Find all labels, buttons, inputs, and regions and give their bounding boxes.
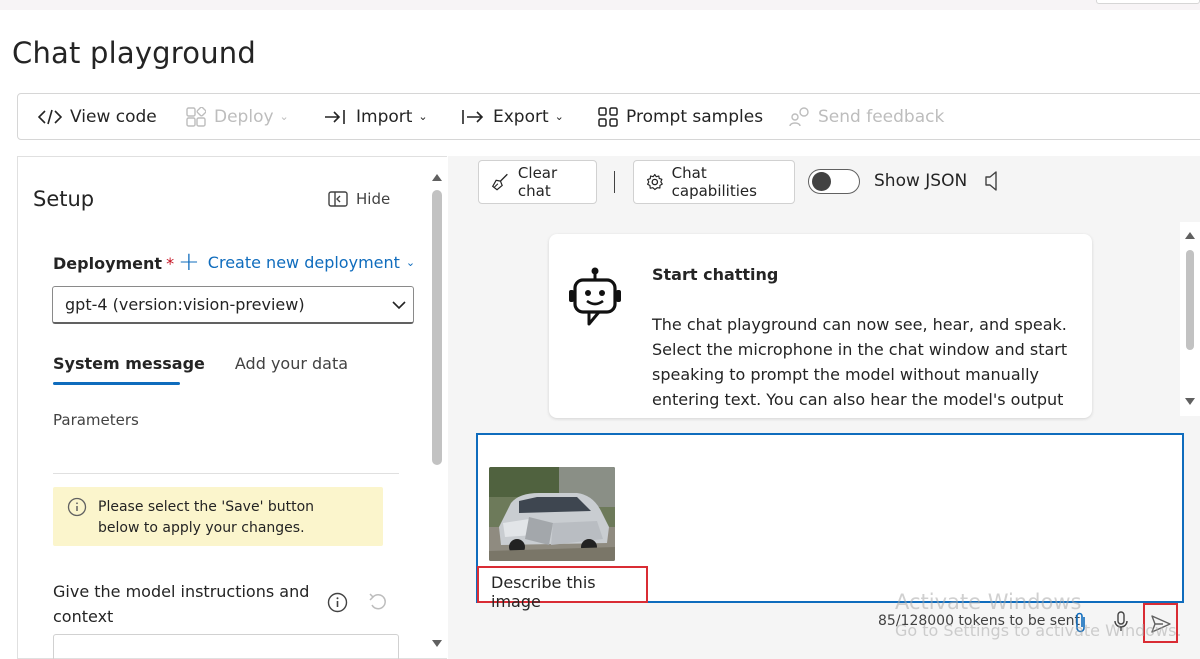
panel-collapse-icon xyxy=(328,191,348,207)
prompt-samples-button[interactable]: Prompt samples xyxy=(598,94,763,139)
card-title: Start chatting xyxy=(652,265,779,284)
instructions-label: Give the model instructions and context xyxy=(53,582,310,626)
setup-title: Setup xyxy=(33,187,95,211)
system-message-input[interactable] xyxy=(53,634,399,659)
show-json-toggle[interactable] xyxy=(808,169,860,194)
info-icon xyxy=(67,497,87,517)
scroll-up-arrow-icon[interactable] xyxy=(432,174,442,181)
top-search-box[interactable] xyxy=(1096,0,1200,4)
clear-chat-label: Clear chat xyxy=(517,164,558,200)
code-icon xyxy=(38,109,62,124)
grid-icon xyxy=(598,106,618,127)
tab-system-message[interactable]: System message xyxy=(53,354,205,385)
playground-toolbar: View code Deploy ⌄ Import ⌄ Export ⌄ Pro… xyxy=(17,93,1200,140)
chevron-down-icon: ⌄ xyxy=(405,255,416,269)
deployment-select[interactable]: gpt-4 (version:vision-preview) xyxy=(52,286,414,324)
plus-icon: + xyxy=(178,247,200,277)
create-deployment-label: Create new deployment xyxy=(207,252,400,272)
info-icon[interactable] xyxy=(327,592,348,613)
export-label: Export xyxy=(493,106,549,127)
chatbot-icon xyxy=(569,267,621,326)
attached-image-thumbnail[interactable] xyxy=(489,467,615,561)
deployment-select-value: gpt-4 (version:vision-preview) xyxy=(65,295,305,314)
token-count: 85/128000 tokens to be sent xyxy=(878,613,1081,629)
broom-icon xyxy=(491,173,508,191)
scroll-down-arrow-icon[interactable] xyxy=(432,640,442,647)
import-icon xyxy=(325,109,345,124)
chevron-down-icon xyxy=(392,301,406,310)
car-photo xyxy=(489,467,615,561)
setup-scroll-thumb[interactable] xyxy=(432,190,442,465)
setup-scrollbar[interactable] xyxy=(432,170,442,650)
import-button[interactable]: Import ⌄ xyxy=(324,94,428,139)
view-code-button[interactable]: View code xyxy=(38,94,157,139)
chat-scroll-thumb[interactable] xyxy=(1186,250,1194,350)
scroll-down-arrow-icon[interactable] xyxy=(1185,398,1195,405)
gear-icon xyxy=(647,173,663,191)
deploy-button[interactable]: Deploy ⌄ xyxy=(186,94,289,139)
microphone-icon[interactable] xyxy=(1114,611,1128,633)
chevron-down-icon: ⌄ xyxy=(279,110,289,123)
import-label: Import xyxy=(356,106,413,127)
create-deployment-button[interactable]: + Create new deployment ⌄ xyxy=(178,247,416,277)
start-chatting-card: Start chatting The chat playground can n… xyxy=(549,234,1092,418)
chevron-down-icon: ⌄ xyxy=(418,110,428,123)
feedback-icon xyxy=(789,106,809,126)
notice-text: Please select the 'Save' button below to… xyxy=(98,499,315,536)
setup-tabs: System message Add your data xyxy=(53,354,378,385)
card-body: The chat playground can now see, hear, a… xyxy=(652,315,1068,409)
page-title: Chat playground xyxy=(12,36,256,70)
chat-capabilities-label: Chat capabilities xyxy=(671,164,757,200)
export-button[interactable]: Export ⌄ xyxy=(461,94,564,139)
chevron-down-icon: ⌄ xyxy=(554,110,564,123)
clear-chat-button[interactable]: Clear chat xyxy=(478,160,597,204)
parameters-link[interactable]: Parameters xyxy=(53,411,139,429)
deployment-label: Deployment * xyxy=(53,254,174,273)
attach-icon[interactable] xyxy=(1074,612,1088,634)
send-feedback-label: Send feedback xyxy=(818,106,945,127)
export-icon xyxy=(462,109,484,124)
prompt-text-highlight[interactable]: Describe this image xyxy=(477,566,648,611)
toggle-knob xyxy=(812,172,831,191)
deploy-label: Deploy xyxy=(214,106,274,127)
prompt-samples-label: Prompt samples xyxy=(626,106,764,127)
chat-capabilities-button[interactable]: Chat capabilities xyxy=(633,160,795,204)
required-mark: * xyxy=(166,254,175,273)
deploy-icon xyxy=(186,106,206,127)
speaker-icon[interactable] xyxy=(984,170,1002,192)
tab-add-your-data[interactable]: Add your data xyxy=(235,354,348,385)
show-json-label: Show JSON xyxy=(874,171,968,191)
browser-top-strip xyxy=(0,0,1200,10)
send-button[interactable] xyxy=(1143,603,1178,643)
send-icon xyxy=(1151,615,1171,633)
hide-button[interactable]: Hide xyxy=(328,190,390,208)
chat-scrollbar[interactable] xyxy=(1180,222,1200,416)
save-notice: Please select the 'Save' button below to… xyxy=(53,487,383,546)
deployment-label-text: Deployment xyxy=(53,254,163,273)
reset-icon[interactable] xyxy=(368,592,388,612)
send-feedback-button[interactable]: Send feedback xyxy=(788,94,944,139)
scroll-up-arrow-icon[interactable] xyxy=(1185,232,1195,239)
view-code-label: View code xyxy=(70,106,157,127)
setup-divider xyxy=(53,473,399,474)
toolbar-separator xyxy=(614,171,615,193)
hide-label: Hide xyxy=(356,190,391,208)
